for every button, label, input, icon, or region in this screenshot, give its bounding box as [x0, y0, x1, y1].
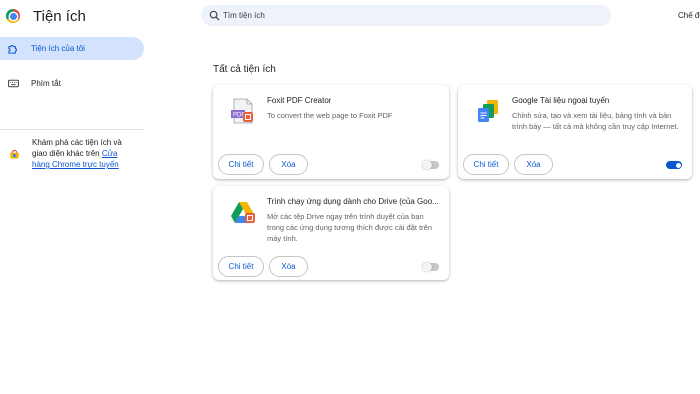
extensions-page: Tiện ích Chế độ Tiện ích của tôi Phím tắ… — [0, 0, 700, 394]
sidebar-item-my-extensions[interactable]: Tiện ích của tôi — [0, 37, 144, 60]
search-input[interactable] — [223, 5, 593, 26]
sidebar-item-label: Tiện ích của tôi — [31, 44, 85, 53]
extension-name: Foxit PDF Creator — [267, 96, 332, 105]
sidebar-divider — [0, 129, 145, 130]
google-docs-icon — [478, 100, 498, 122]
remove-button[interactable]: Xóa — [269, 256, 308, 277]
keyboard-icon — [8, 79, 19, 88]
webstore-icon — [10, 150, 19, 159]
details-button[interactable]: Chi tiết — [463, 154, 509, 175]
sidebar-item-shortcuts[interactable]: Phím tắt — [0, 72, 144, 95]
enable-toggle[interactable] — [666, 161, 682, 169]
developer-mode-label: Chế độ — [678, 11, 700, 20]
sidebar: Tiện ích của tôi Phím tắt Khám phá các t… — [0, 37, 145, 169]
puzzle-icon — [8, 45, 17, 54]
details-button[interactable]: Chi tiết — [218, 154, 264, 175]
extension-name: Trình chạy ứng dụng dành cho Drive (của … — [267, 197, 439, 206]
extension-description: Mở các tệp Drive ngay trên trình duyệt c… — [267, 212, 432, 243]
page-title: Tiện ích — [33, 8, 86, 25]
extension-card-drive-launcher: Trình chạy ứng dụng dành cho Drive (của … — [213, 186, 449, 280]
section-title: Tất cả tiện ích — [213, 64, 276, 75]
extension-card-foxit: PDF Foxit PDF Creator To convert the web… — [213, 85, 449, 179]
extension-card-docs-offline: Google Tài liệu ngoại tuyến Chỉnh sửa, t… — [458, 85, 692, 179]
extension-name: Google Tài liệu ngoại tuyến — [512, 96, 610, 105]
remove-button[interactable]: Xóa — [269, 154, 308, 175]
extension-description: Chỉnh sửa, tạo và xem tài liệu, bảng tín… — [512, 111, 679, 131]
search-icon — [209, 10, 220, 21]
enable-toggle[interactable] — [422, 262, 439, 272]
extension-description: To convert the web page to Foxit PDF — [267, 111, 393, 120]
details-button[interactable]: Chi tiết — [218, 256, 264, 277]
chrome-logo-icon — [6, 9, 20, 23]
sidebar-item-label: Phím tắt — [31, 79, 61, 88]
header: Tiện ích Chế độ — [0, 0, 700, 34]
remove-button[interactable]: Xóa — [514, 154, 553, 175]
foxit-pdf-icon: PDF — [231, 98, 253, 124]
google-drive-icon — [231, 202, 255, 223]
enable-toggle[interactable] — [422, 160, 439, 170]
search-bar[interactable] — [201, 5, 611, 26]
